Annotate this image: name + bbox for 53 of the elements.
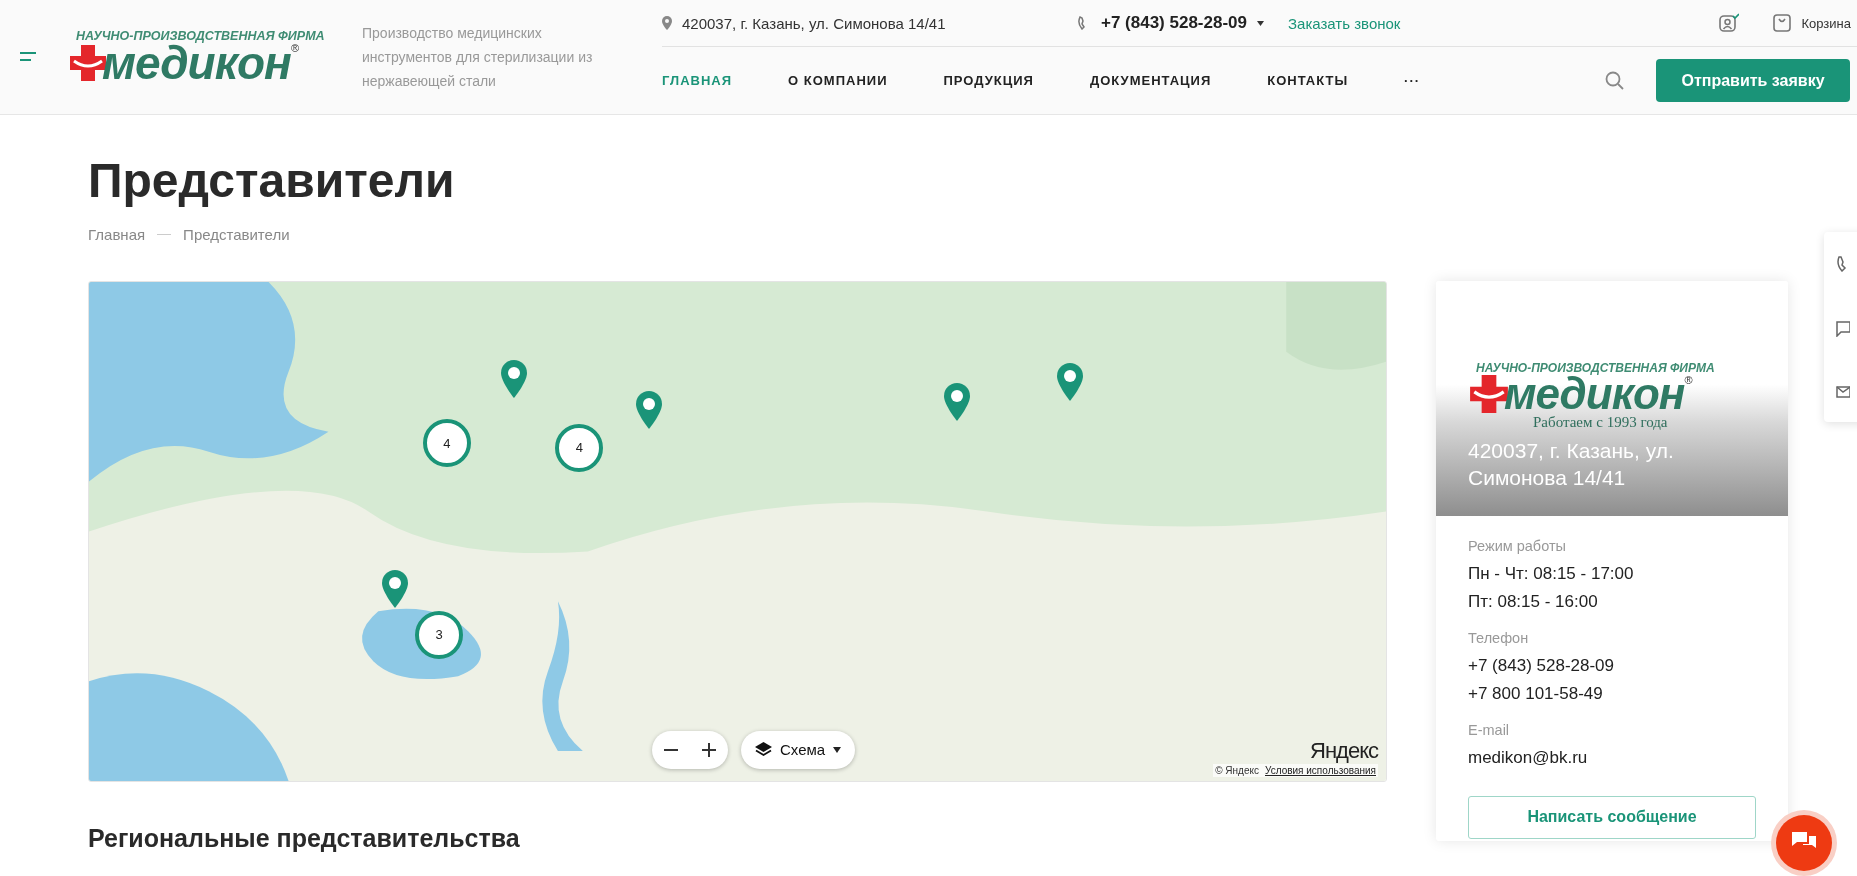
- info-value: +7 800 101-58-49: [1468, 682, 1604, 705]
- breadcrumb-link[interactable]: Главная: [88, 225, 146, 243]
- card-address: 420037, г. Казань, ул. Симонова 14/41: [1468, 437, 1675, 491]
- search-icon[interactable]: [1605, 71, 1624, 90]
- info-value: Пн - Чт: 08:15 - 17:00: [1468, 562, 1635, 585]
- nav-link[interactable]: ···: [1404, 73, 1421, 88]
- info-label: E-mail: [1468, 721, 1511, 738]
- info-label: Телефон: [1468, 629, 1530, 646]
- breadcrumb-link[interactable]: Представители: [183, 225, 290, 243]
- nav-link[interactable]: ПРОДУКЦИЯ: [943, 73, 1034, 88]
- menu-icon[interactable]: [20, 52, 38, 62]
- map-pin-icon[interactable]: [1055, 362, 1084, 403]
- info-value: Пт: 08:15 - 16:00: [1468, 590, 1599, 613]
- mail-icon[interactable]: [1836, 385, 1850, 398]
- section-heading: Региональные представительства: [88, 823, 520, 853]
- minus-icon: [664, 748, 678, 751]
- plus-icon: [702, 742, 716, 757]
- map-provider-logo: Яндекс: [1310, 737, 1378, 764]
- logo-caption: НАУЧНО-ПРОИЗВОДСТВЕННАЯ ФИРМА: [75, 28, 326, 43]
- registered-mark: ®: [1684, 373, 1693, 386]
- user-icon[interactable]: [1719, 13, 1740, 33]
- send-request-button[interactable]: Отправить заявку: [1656, 59, 1850, 102]
- shopping-bag-icon[interactable]: [1773, 14, 1792, 32]
- map-layer-button[interactable]: Схема: [741, 730, 856, 769]
- nav-link[interactable]: ДОКУМЕНТАЦИЯ: [1089, 73, 1212, 88]
- layers-icon: [755, 742, 772, 758]
- map-copyright: © Яндекс: [1215, 764, 1259, 776]
- chat-icon[interactable]: [1836, 321, 1850, 337]
- caret-icon[interactable]: [1257, 20, 1264, 26]
- page-title: Представители: [88, 155, 456, 208]
- logo-slogan: Работаем с 1993 года: [1533, 413, 1669, 431]
- info-value: medikon@bk.ru: [1468, 746, 1589, 769]
- write-message-button[interactable]: Написать сообщение: [1468, 795, 1756, 839]
- nav-link[interactable]: ГЛАВНАЯ: [662, 73, 733, 88]
- caret-icon: [833, 746, 842, 753]
- cart-link[interactable]: Корзина: [1801, 15, 1851, 31]
- header-address: 420037, г. Казань, ул. Симонова 14/41: [682, 14, 946, 32]
- phone-icon: [1077, 16, 1087, 30]
- registered-mark: ®: [290, 41, 299, 54]
- nav-link[interactable]: О КОМПАНИИ: [788, 73, 888, 88]
- map-pin-icon[interactable]: [500, 358, 529, 399]
- nav-link[interactable]: КОНТАКТЫ: [1267, 73, 1349, 88]
- info-value: +7 (843) 528-28-09: [1468, 654, 1616, 677]
- callback-link[interactable]: Заказать звонок: [1288, 14, 1588, 32]
- header-phone[interactable]: +7 (843) 528-28-09: [1101, 13, 1247, 33]
- map-pin-icon[interactable]: [381, 568, 410, 609]
- terms-link[interactable]: Условия использования: [1265, 764, 1376, 776]
- company-tagline: Производство медицинских инструментов для стерилизации из нержавеющей стали: [362, 24, 594, 91]
- map-pin-icon[interactable]: [942, 382, 971, 422]
- map-pin-icon[interactable]: [635, 389, 664, 430]
- info-label: Режим работы: [1468, 537, 1567, 554]
- location-pin-icon: [662, 16, 672, 30]
- map-view[interactable]: 4 4 3 Схема Яндекс © Яндекс Условия использования: [88, 280, 1387, 782]
